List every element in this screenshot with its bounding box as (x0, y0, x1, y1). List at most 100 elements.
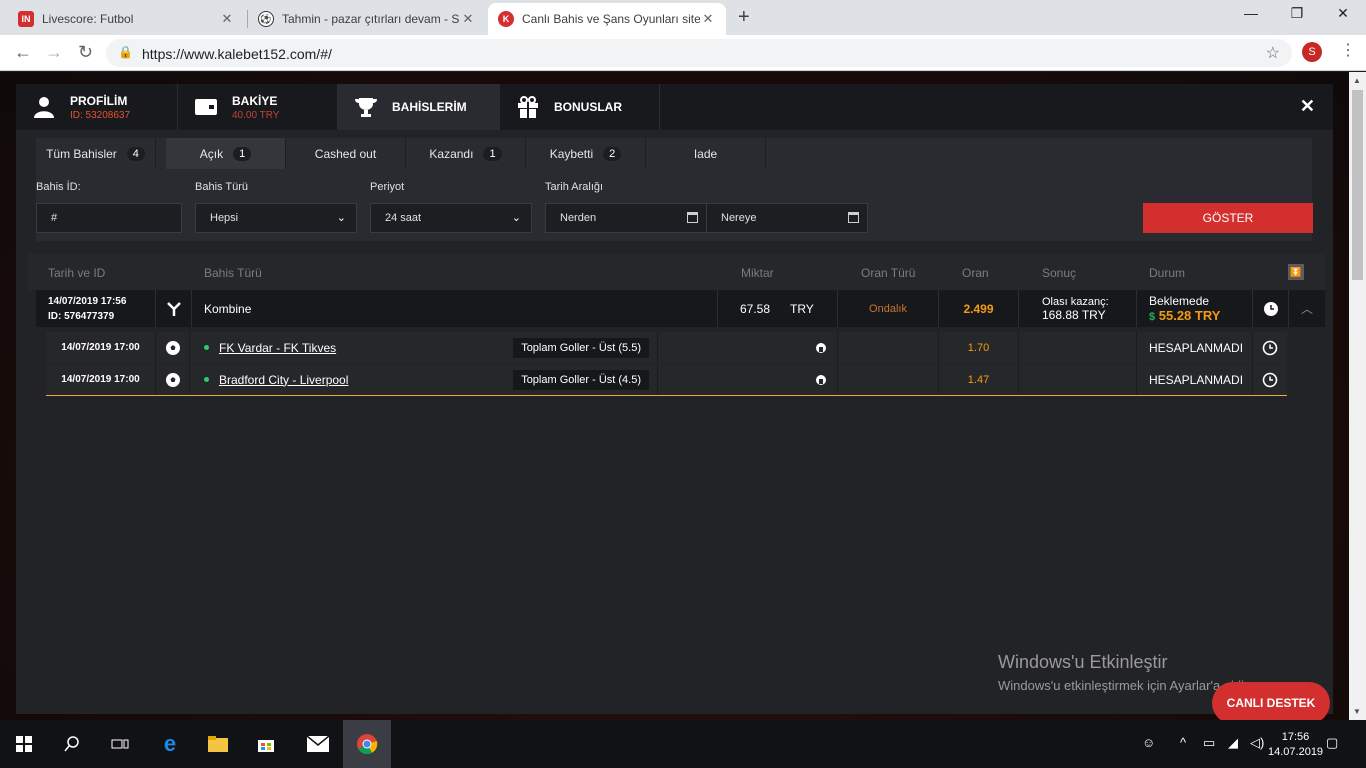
browser-profile-avatar[interactable]: S (1302, 42, 1322, 62)
tab-title: Tahmin - pazar çıtırları devam - S (282, 12, 460, 26)
period-select[interactable]: 24 saat ⌄ (370, 203, 532, 233)
user-icon (32, 95, 56, 119)
bet-date: 14/07/2019 17:56 (48, 295, 127, 307)
tab-won[interactable]: Kazandı 1 (406, 138, 526, 169)
combo-icon (156, 290, 192, 327)
address-bar[interactable]: 🔒 https://www.kalebet152.com/#/ ☆ (106, 39, 1292, 67)
date-from-input[interactable]: Nerden (545, 203, 707, 233)
tray-chevron-up-icon[interactable]: ^ (1180, 735, 1186, 750)
bet-date-id: 14/07/2019 17:56 ID: 576477379 (36, 290, 156, 327)
maximize-icon[interactable]: ❐ (1274, 5, 1320, 22)
date-from-placeholder: Nerden (560, 212, 597, 224)
store-icon[interactable] (242, 720, 290, 768)
date-to-placeholder: Nereye (721, 212, 757, 224)
trophy-icon (354, 95, 378, 119)
live-support-button[interactable]: CANLI DESTEK (1212, 682, 1330, 724)
bookmark-star-icon[interactable]: ☆ (1266, 43, 1280, 63)
wifi-icon[interactable]: ◢ (1228, 735, 1238, 751)
back-arrow-icon[interactable]: ← (14, 42, 32, 63)
table-header: Tarih ve ID Bahis Türü Miktar Oran Türü … (28, 254, 1325, 290)
taskbar-clock[interactable]: 17:56 14.07.2019 (1268, 730, 1323, 760)
tab-label: Iade (693, 146, 718, 161)
reload-icon[interactable]: ↻ (78, 42, 93, 63)
status: Beklemede $ 55.28 TRY (1137, 290, 1253, 327)
table-row[interactable]: 14/07/2019 17:56 ID: 576477379 Kombine 6… (36, 290, 1325, 327)
edge-browser-icon[interactable]: e (146, 720, 194, 768)
mail-icon[interactable] (294, 720, 342, 768)
live-dot-icon (204, 345, 209, 350)
nav-my-bets[interactable]: BAHİSLERİM (338, 84, 500, 130)
dollar-coin-icon: $ (1149, 311, 1156, 323)
cashout-amount: $ 55.28 TRY (1149, 308, 1220, 323)
nav-my-bets-title: BAHİSLERİM (392, 100, 467, 114)
browser-tab-tahmin[interactable]: ⚽ Tahmin - pazar çıtırları devam - S ✕ (248, 3, 486, 35)
show-button[interactable]: GÖSTER (1143, 203, 1313, 233)
chrome-icon[interactable] (343, 720, 391, 768)
cashout-amount-value: 55.28 TRY (1158, 308, 1221, 323)
nav-bonuses[interactable]: BONUSLAR (500, 84, 660, 130)
notification-icon[interactable]: ▢ (1326, 735, 1338, 751)
col-bet-type: Bahis Türü (204, 266, 262, 280)
close-icon[interactable]: ✕ (700, 11, 716, 27)
odds-number: 2.499 (963, 301, 994, 316)
date-range-label: Tarih Aralığı (545, 181, 604, 193)
windows-start-icon[interactable] (0, 720, 48, 768)
collapse-all-icon[interactable]: ⏬ (1288, 264, 1304, 280)
nav-balance[interactable]: BAKİYE 40.00 TRY (178, 84, 338, 130)
selection-odds-type (838, 332, 939, 363)
selection-row: 14/07/2019 17:00 FK Vardar - FK Tikves T… (46, 332, 1287, 363)
tab-all-bets[interactable]: Tüm Bahisler 4 (36, 138, 156, 169)
close-icon[interactable]: ✕ (1300, 96, 1315, 117)
bet-status-tabs: Tüm Bahisler 4 Açık 1 Cashed out Kazandı… (36, 138, 1312, 169)
nav-profile-id: ID: 53208637 (70, 109, 131, 121)
window-close-icon[interactable]: ✕ (1320, 5, 1366, 22)
tab-refund[interactable]: Iade (646, 138, 766, 169)
chevron-down-icon: ⌄ (511, 212, 521, 224)
people-icon[interactable]: ☺ (1142, 735, 1155, 750)
period-label: Periyot (370, 181, 405, 193)
wallet-icon (194, 95, 218, 119)
minimize-icon[interactable]: — (1228, 5, 1274, 21)
lock-icon: 🔒 (118, 45, 133, 59)
match-link[interactable]: FK Vardar - FK Tikves (219, 341, 336, 355)
bet-amount-value: 67.58 (740, 301, 771, 316)
tab-count-badge: 1 (483, 146, 502, 161)
browser-tab-livescore[interactable]: IN Livescore: Futbol ✕ (8, 3, 245, 35)
bet-id-value: # (51, 212, 58, 224)
bet-currency: TRY (790, 301, 814, 316)
battery-icon[interactable]: ▭ (1203, 735, 1215, 751)
date-to-input[interactable]: Nereye (706, 203, 868, 233)
calendar-icon (687, 212, 698, 223)
page-background: ▲ ▼ PROFİLİM ID: 53208637 BAKİYE 40.00 T… (0, 72, 1366, 724)
bet-type-label: Bahis Türü (195, 181, 248, 193)
search-icon[interactable] (48, 720, 96, 768)
url-text: https://www.kalebet152.com/#/ (142, 46, 332, 62)
bet-id-input[interactable]: # (36, 203, 182, 233)
col-odds: Oran (962, 266, 989, 280)
close-icon[interactable]: ✕ (460, 11, 476, 27)
match-link[interactable]: Bradford City - Liverpool (219, 373, 348, 387)
forward-arrow-icon[interactable]: → (45, 42, 63, 63)
selection-match: Bradford City - Liverpool Toplam Goller … (190, 364, 658, 395)
page-scrollbar[interactable]: ▲ ▼ (1349, 72, 1366, 720)
selection-status: HESAPLANMADI (1137, 364, 1253, 395)
tab-open[interactable]: Açık 1 (166, 138, 286, 169)
new-tab-icon[interactable]: + (738, 6, 750, 29)
tab-lost[interactable]: Kaybetti 2 (526, 138, 646, 169)
file-explorer-icon[interactable] (194, 720, 242, 768)
bet-type: Kombine (192, 290, 718, 327)
scroll-up-icon[interactable]: ▲ (1353, 76, 1361, 85)
close-icon[interactable]: ✕ (219, 11, 235, 27)
status-text: Beklemede (1149, 294, 1210, 308)
tab-cashed-out[interactable]: Cashed out (286, 138, 406, 169)
chevron-up-icon[interactable]: ︿ (1289, 290, 1325, 327)
scrollbar-thumb[interactable] (1352, 90, 1363, 280)
browser-tab-kalebet[interactable]: K Canlı Bahis ve Şans Oyunları sitesi ✕ (488, 3, 726, 35)
browser-menu-icon[interactable]: ⋮ (1340, 40, 1356, 60)
bet-type-select[interactable]: Hepsi ⌄ (195, 203, 357, 233)
task-view-icon[interactable] (96, 720, 144, 768)
volume-icon[interactable]: ◁) (1250, 735, 1264, 751)
tab-count-badge: 4 (126, 146, 145, 161)
scroll-down-icon[interactable]: ▼ (1353, 707, 1361, 716)
nav-profile[interactable]: PROFİLİM ID: 53208637 (16, 84, 178, 130)
